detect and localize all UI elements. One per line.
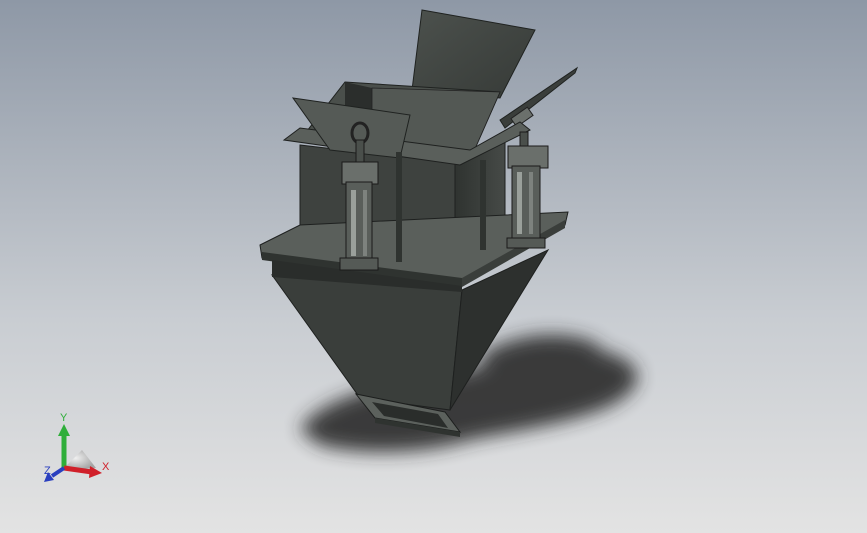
back-flap-plate[interactable] [411, 9, 536, 99]
z-axis-arrow [50, 466, 66, 478]
view-orientation-triad[interactable]: Y X Z [30, 410, 120, 490]
z-axis-label: Z [44, 465, 51, 477]
right-lever-arm[interactable] [499, 66, 579, 129]
y-axis-head [58, 424, 70, 436]
x-axis-arrow [63, 465, 93, 475]
y-axis-label: Y [60, 412, 68, 424]
x-axis-label: X [102, 461, 110, 473]
hopper-model-3d[interactable] [0, 0, 867, 533]
graphics-viewport[interactable]: Y X Z [0, 0, 867, 533]
